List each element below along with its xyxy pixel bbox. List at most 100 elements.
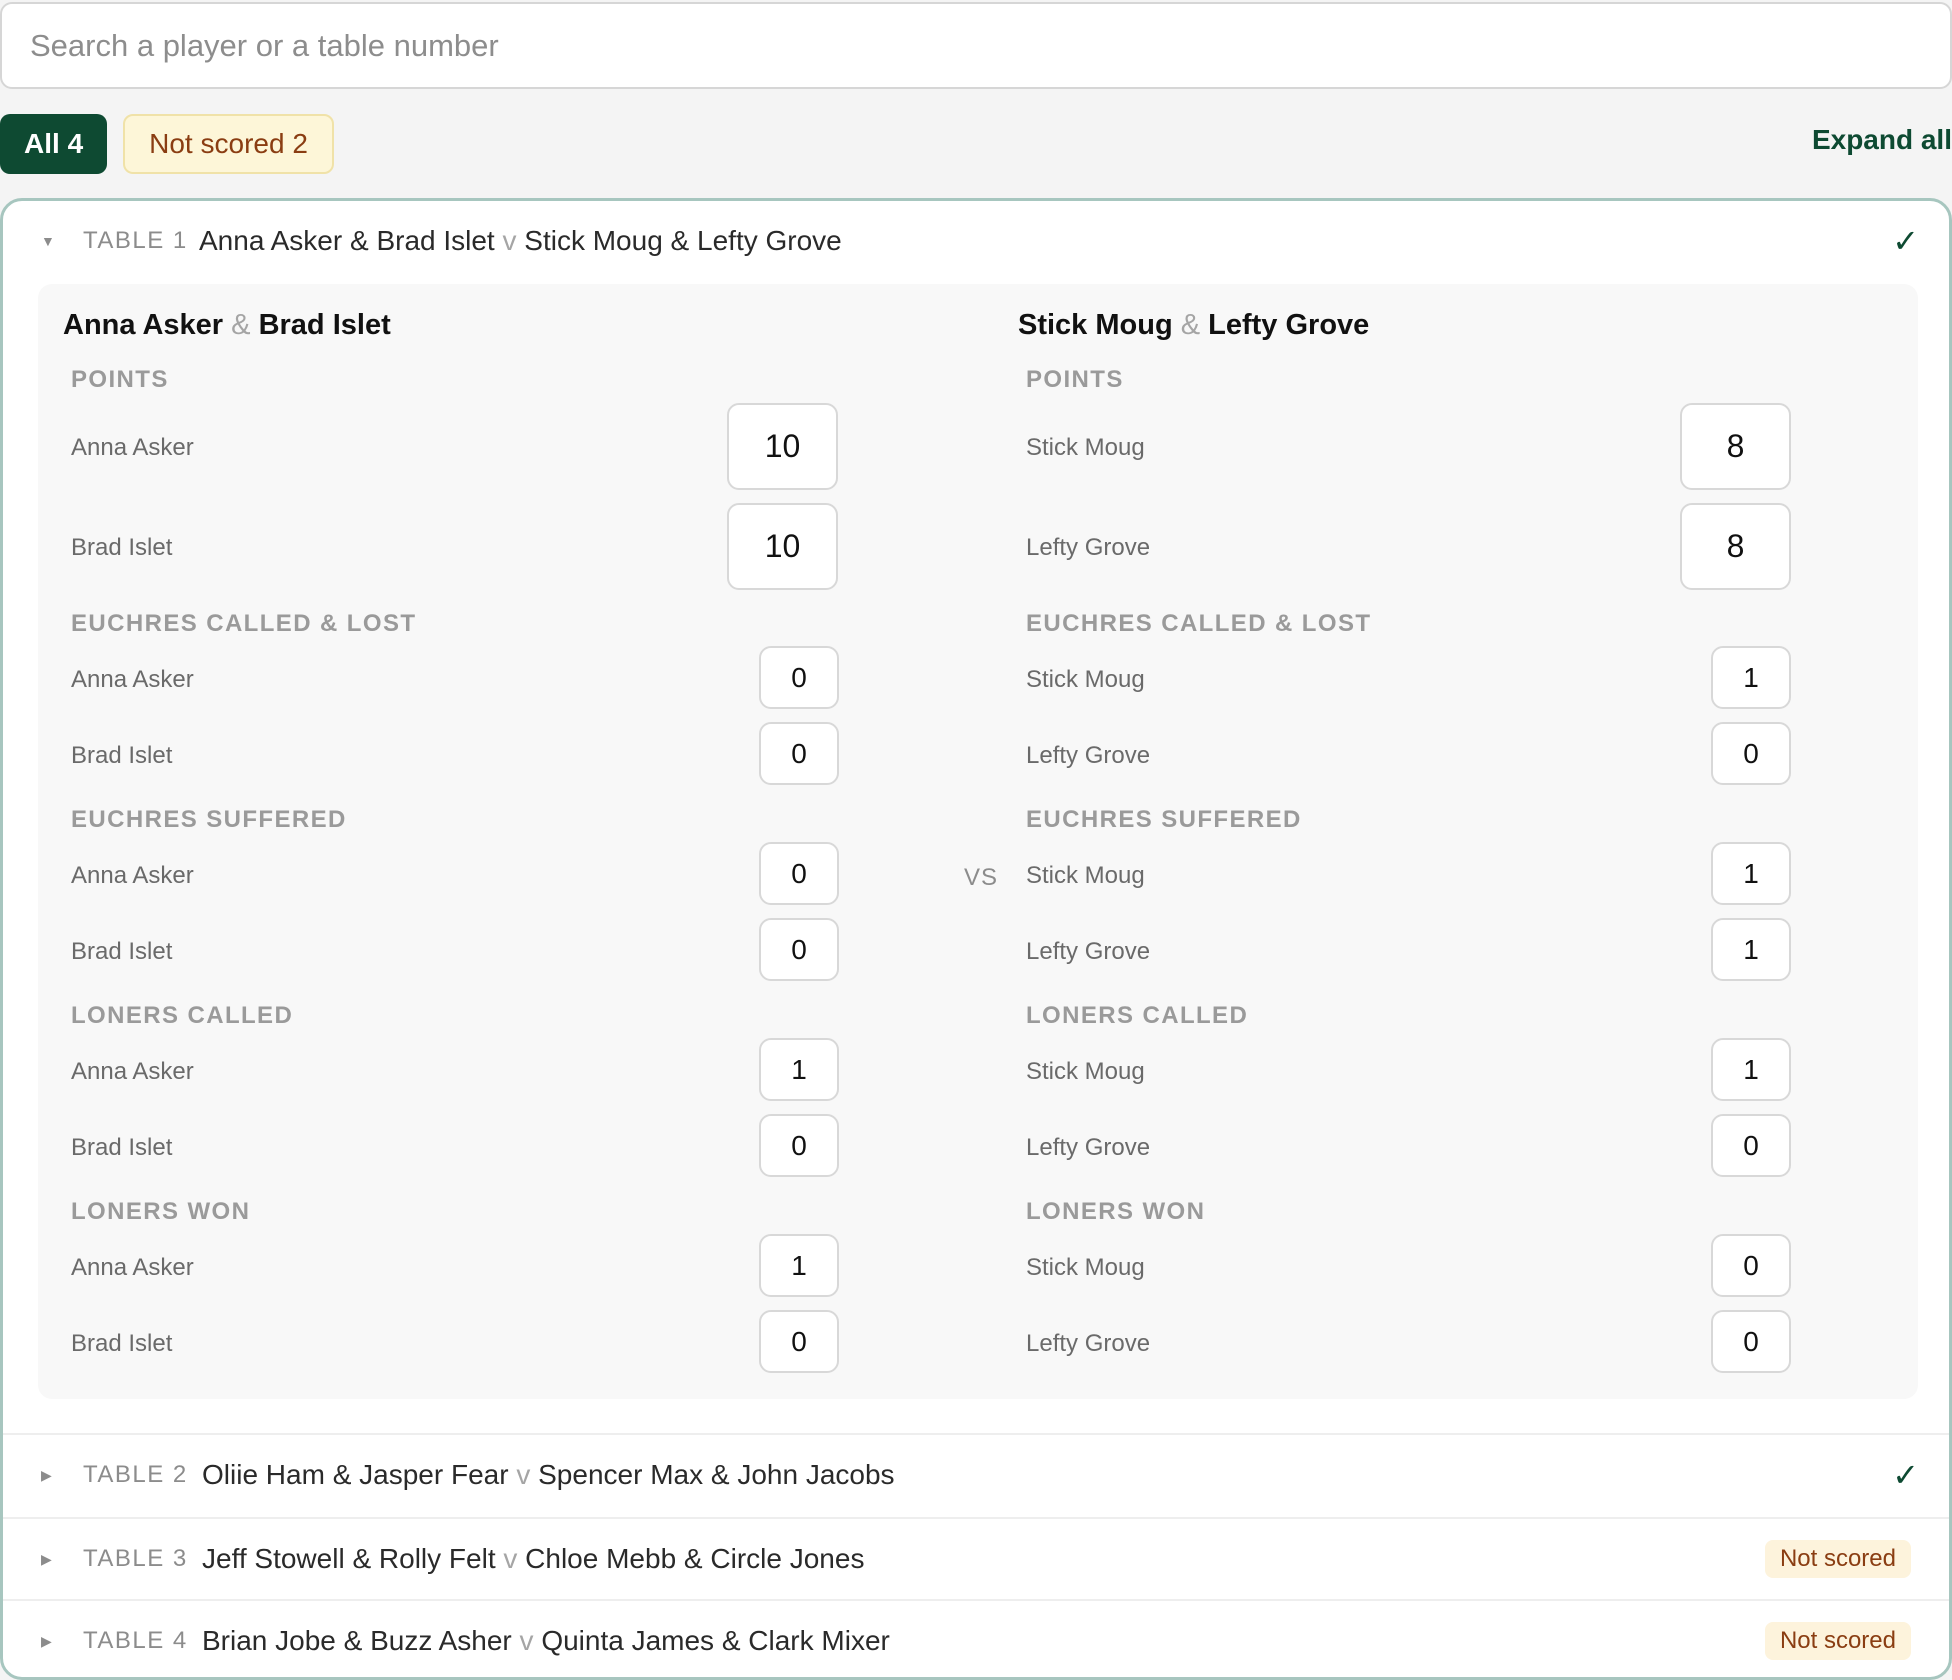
points-input-stick-moug[interactable]: 8	[1680, 403, 1791, 490]
loners-won-input[interactable]: 1	[759, 1234, 839, 1297]
player-label: Lefty Grove	[1026, 1134, 1151, 1161]
euchres-suffered-input[interactable]: 0	[759, 842, 839, 905]
points-input-lefty-grove[interactable]: 8	[1680, 503, 1791, 590]
tables-list: ▼ TABLE 1 Anna Asker & Brad Islet v Stic…	[0, 198, 1952, 1680]
euchres-suffered-input[interactable]: 0	[759, 918, 839, 981]
player-name: Clark Mixer	[748, 1625, 890, 1656]
player-label: Brad Islet	[71, 534, 173, 561]
player-name: Stick Moug	[1018, 309, 1173, 341]
table-matchup: Oliie Ham & Jasper Fear v Spencer Max & …	[202, 1459, 895, 1490]
table-row-1-header[interactable]: ▼ TABLE 1 Anna Asker & Brad Islet v Stic…	[3, 201, 1949, 281]
caret-right-icon[interactable]: ▶	[41, 1551, 52, 1568]
player-name: Brad Islet	[376, 225, 495, 256]
player-name: Stick Moug	[524, 225, 663, 256]
filter-chips: All 4 Not scored 2	[0, 114, 334, 174]
section-loners-called: LONERS CALLED	[71, 1002, 294, 1029]
table-row-3-header[interactable]: ▶ TABLE 3 Jeff Stowell & Rolly Felt v Ch…	[3, 1519, 1949, 1599]
filter-not-scored-chip[interactable]: Not scored 2	[123, 114, 334, 174]
section-loners-won: LONERS WON	[71, 1198, 251, 1225]
player-label: Stick Moug	[1026, 862, 1145, 889]
table-row-2-header[interactable]: ▶ TABLE 2 Oliie Ham & Jasper Fear v Spen…	[3, 1435, 1949, 1515]
player-name: Brad Islet	[258, 309, 391, 341]
section-euchres-suffered: EUCHRES SUFFERED	[71, 806, 347, 833]
player-label: Stick Moug	[1026, 666, 1145, 693]
euchres-called-lost-input[interactable]: 0	[759, 646, 839, 709]
vs-label: VS	[964, 864, 999, 891]
player-name: Quinta James	[541, 1625, 715, 1656]
euchres-called-lost-input[interactable]: 0	[1711, 722, 1791, 785]
table-number: TABLE 2	[83, 1461, 188, 1488]
section-loners-won: LONERS WON	[1026, 1198, 1206, 1225]
not-scored-badge: Not scored	[1764, 1540, 1911, 1578]
player-name: Jeff Stowell	[202, 1543, 345, 1574]
player-label: Anna Asker	[71, 1058, 194, 1085]
table-matchup: Brian Jobe & Buzz Asher v Quinta James &…	[202, 1625, 890, 1656]
player-name: John Jacobs	[737, 1459, 895, 1490]
table-number: TABLE 1	[83, 227, 188, 254]
versus-label: v	[519, 1625, 534, 1656]
filter-all-label: All	[24, 128, 60, 159]
euchres-called-lost-input[interactable]: 0	[759, 722, 839, 785]
player-name: Lefty Grove	[697, 225, 842, 256]
loners-called-input[interactable]: 1	[1711, 1038, 1791, 1101]
loners-called-input[interactable]: 0	[1711, 1114, 1791, 1177]
loners-won-input[interactable]: 0	[1711, 1310, 1791, 1373]
expand-all-link[interactable]: Expand all	[1812, 124, 1952, 156]
table-matchup: Anna Asker & Brad Islet v Stick Moug & L…	[199, 225, 842, 256]
filter-not-scored-count: 2	[292, 128, 308, 159]
player-name: Buzz Asher	[370, 1625, 512, 1656]
player-label: Brad Islet	[71, 1134, 173, 1161]
caret-right-icon[interactable]: ▶	[41, 1467, 52, 1484]
player-name: Rolly Felt	[378, 1543, 496, 1574]
versus-label: v	[502, 225, 517, 256]
score-panel: Anna Asker & Brad Islet POINTS Anna Aske…	[38, 284, 1918, 1399]
player-label: Stick Moug	[1026, 434, 1145, 461]
player-label: Brad Islet	[71, 742, 173, 769]
section-points: POINTS	[71, 366, 169, 393]
player-name: Brian Jobe	[202, 1625, 336, 1656]
table-matchup: Jeff Stowell & Rolly Felt v Chloe Mebb &…	[202, 1543, 865, 1574]
search-field[interactable]	[0, 2, 1952, 89]
loners-called-input[interactable]: 1	[759, 1038, 839, 1101]
loners-called-input[interactable]: 0	[759, 1114, 839, 1177]
versus-label: v	[516, 1459, 531, 1490]
caret-down-icon[interactable]: ▼	[41, 233, 55, 249]
player-label: Stick Moug	[1026, 1254, 1145, 1281]
player-label: Brad Islet	[71, 938, 173, 965]
points-input-anna-asker[interactable]: 10	[727, 403, 838, 490]
player-label: Stick Moug	[1026, 1058, 1145, 1085]
player-label: Lefty Grove	[1026, 1330, 1151, 1357]
player-label: Anna Asker	[71, 862, 194, 889]
loners-won-input[interactable]: 0	[759, 1310, 839, 1373]
section-euchres-called-lost: EUCHRES CALLED & LOST	[71, 610, 417, 637]
euchres-called-lost-input[interactable]: 1	[1711, 646, 1791, 709]
player-name: Chloe Mebb	[525, 1543, 677, 1574]
filter-all-chip[interactable]: All 4	[0, 114, 108, 174]
check-icon: ✓	[1892, 1457, 1919, 1493]
team-b-title: Stick Moug & Lefty Grove	[1018, 309, 1369, 342]
section-loners-called: LONERS CALLED	[1026, 1002, 1249, 1029]
player-label: Anna Asker	[71, 434, 194, 461]
player-name: Jasper Fear	[359, 1459, 509, 1490]
amp-separator: &	[1180, 309, 1201, 341]
player-label: Anna Asker	[71, 1254, 194, 1281]
euchres-suffered-input[interactable]: 1	[1711, 842, 1791, 905]
table-row-4-header[interactable]: ▶ TABLE 4 Brian Jobe & Buzz Asher v Quin…	[3, 1601, 1949, 1677]
versus-label: v	[503, 1543, 518, 1574]
player-name: Anna Asker	[199, 225, 343, 256]
player-name: Anna Asker	[63, 309, 224, 341]
euchres-suffered-input[interactable]: 1	[1711, 918, 1791, 981]
section-euchres-suffered: EUCHRES SUFFERED	[1026, 806, 1302, 833]
not-scored-badge: Not scored	[1764, 1622, 1911, 1660]
points-input-brad-islet[interactable]: 10	[727, 503, 838, 590]
search-input[interactable]	[30, 27, 1950, 64]
filter-not-scored-label: Not scored	[149, 128, 285, 159]
loners-won-input[interactable]: 0	[1711, 1234, 1791, 1297]
table-number: TABLE 4	[83, 1627, 188, 1654]
player-name: Oliie Ham	[202, 1459, 325, 1490]
caret-right-icon[interactable]: ▶	[41, 1633, 52, 1650]
player-label: Lefty Grove	[1026, 938, 1151, 965]
check-icon: ✓	[1892, 223, 1919, 259]
table-number: TABLE 3	[83, 1545, 188, 1572]
player-label: Brad Islet	[71, 1330, 173, 1357]
